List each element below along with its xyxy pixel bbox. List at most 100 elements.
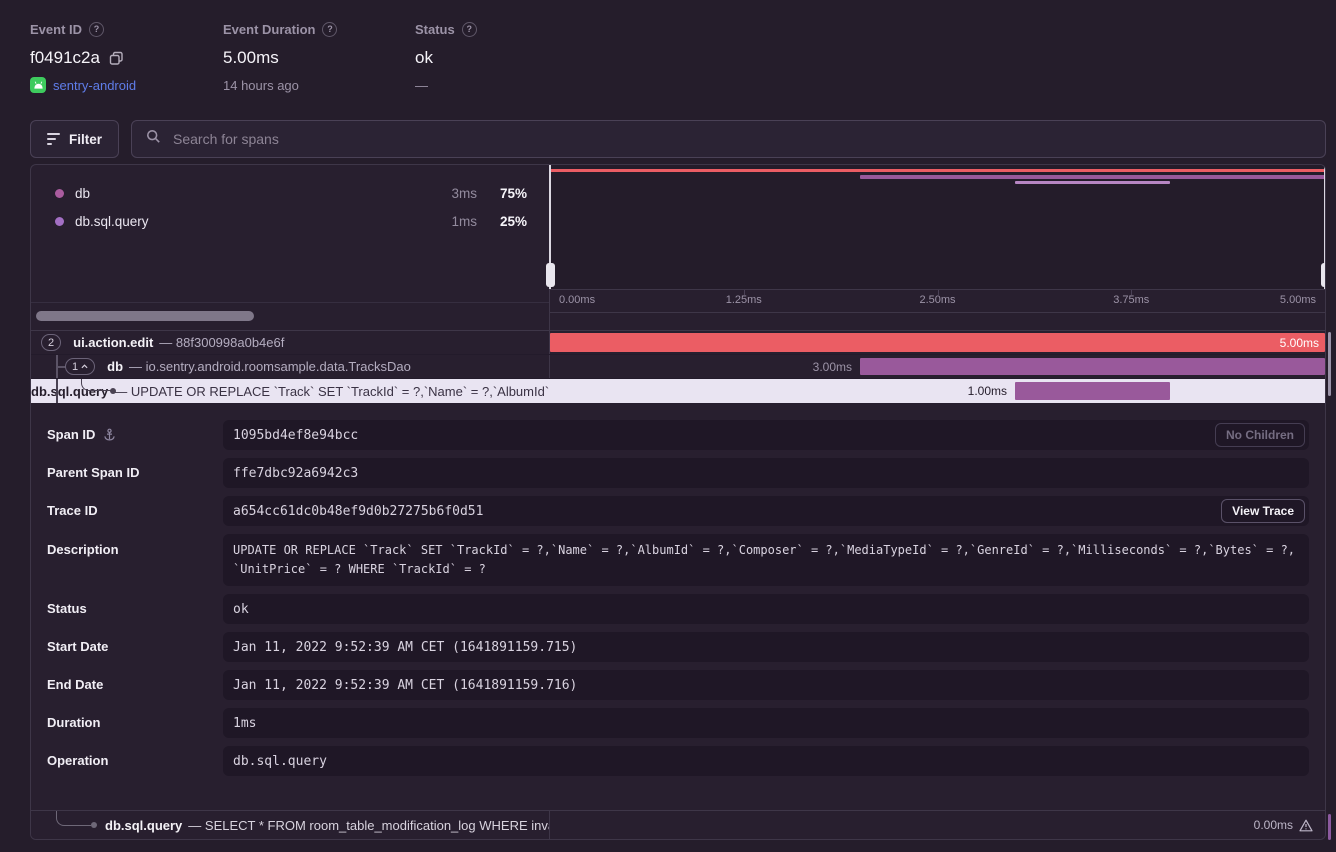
trace-id-field: a654cc61dc0b48ef9d0b27275b6f0d51 View Tr…: [223, 496, 1309, 526]
legend-percent: 75%: [491, 186, 527, 201]
operations-legend: db 3ms 75% db.sql.query 1ms 25%: [31, 165, 550, 330]
status-value: ok: [415, 48, 433, 68]
horizontal-scrollbar-thumb[interactable]: [36, 311, 254, 321]
start-date-label: Start Date: [47, 639, 108, 654]
span-row-db-sql-query-selected[interactable]: db.sql.query — UPDATE OR REPLACE `Track`…: [31, 379, 1325, 403]
minimap-column: 0.00ms 1.25ms 2.50ms 3.75ms 5.00ms: [550, 165, 1325, 330]
span-search[interactable]: [131, 120, 1326, 158]
minimap-span: [550, 169, 1325, 172]
span-description: — io.sentry.android.roomsample.data.Trac…: [129, 359, 411, 374]
axis-tick-label: 0.00ms: [559, 294, 595, 306]
minimap-span: [860, 175, 1325, 179]
span-row-db[interactable]: 1 db — io.sentry.android.roomsample.data…: [31, 355, 1325, 379]
legend-op: db: [75, 186, 427, 201]
vertical-scrollbar-thumb[interactable]: [1328, 814, 1331, 840]
operation-label: Operation: [47, 753, 108, 768]
time-axis: 0.00ms 1.25ms 2.50ms 3.75ms 5.00ms: [550, 289, 1325, 313]
status-field: ok: [223, 594, 1309, 624]
legend-scrollbar: [31, 302, 549, 330]
span-color-dot: [55, 189, 64, 198]
parent-span-id-value: ffe7dbc92a6942c3: [233, 466, 358, 481]
span-duration-label: 3.00ms: [813, 355, 852, 378]
span-duration-bar[interactable]: 5.00ms: [550, 333, 1325, 352]
span-id-field: 1095bd4ef8e94bcc No Children: [223, 420, 1309, 450]
warning-icon: [1299, 819, 1313, 832]
description-value: UPDATE OR REPLACE `Track` SET `TrackId` …: [233, 541, 1299, 579]
status-label: Status: [415, 22, 455, 37]
help-icon[interactable]: ?: [89, 22, 104, 37]
end-date-field: Jan 11, 2022 9:52:39 AM CET (1641891159.…: [223, 670, 1309, 700]
span-duration-label: 0.00ms: [1254, 818, 1293, 832]
filter-button[interactable]: Filter: [30, 120, 119, 158]
span-duration-bar[interactable]: [860, 358, 1325, 375]
anchor-icon[interactable]: [103, 428, 116, 441]
view-trace-button[interactable]: View Trace: [1221, 499, 1305, 523]
axis-tick-label: 2.50ms: [919, 294, 955, 306]
end-date-value: Jan 11, 2022 9:52:39 AM CET (1641891159.…: [233, 678, 577, 693]
event-id-value: f0491c2a: [30, 48, 100, 68]
span-op: db: [107, 359, 123, 374]
duration-field: 1ms: [223, 708, 1309, 738]
legend-item-db[interactable]: db 3ms 75%: [31, 179, 549, 207]
span-id-value: 1095bd4ef8e94bcc: [233, 428, 358, 443]
span-duration-bar[interactable]: [1015, 382, 1170, 400]
trace-event-view: Event ID ? f0491c2a sentry-android: [0, 0, 1336, 852]
filter-icon: [47, 133, 60, 145]
start-date-value: Jan 11, 2022 9:52:39 AM CET (1641891159.…: [233, 640, 577, 655]
status-field-label: Status: [47, 601, 87, 616]
span-id-label: Span ID: [47, 427, 116, 442]
tree-guide-line: [56, 379, 58, 403]
span-duration-label: 1.00ms: [968, 379, 1007, 403]
description-label: Description: [47, 542, 119, 557]
search-input[interactable]: [171, 130, 1311, 148]
span-row-ui-action-edit[interactable]: 2 ui.action.edit — 88f300998a0b4e6f 5.00…: [31, 331, 1325, 355]
children-count-badge[interactable]: 1: [65, 358, 95, 375]
legend-percent: 25%: [491, 214, 527, 229]
vertical-scrollbar-thumb[interactable]: [1328, 332, 1331, 396]
minimap-left-handle[interactable]: [547, 165, 553, 289]
span-op: ui.action.edit: [73, 335, 153, 350]
parent-span-id-label: Parent Span ID: [47, 465, 139, 480]
tree-connector-dot: [91, 822, 97, 828]
tree-connector-dot: [110, 388, 116, 394]
android-icon: [30, 77, 46, 93]
span-description: — 88f300998a0b4e6f: [159, 335, 284, 350]
legend-item-db-sql-query[interactable]: db.sql.query 1ms 25%: [31, 207, 549, 235]
span-description: — SELECT * FROM room_table_modification_…: [188, 818, 550, 833]
span-row-db-sql-query-select[interactable]: db.sql.query — SELECT * FROM room_table_…: [31, 810, 1325, 839]
start-date-field: Jan 11, 2022 9:52:39 AM CET (1641891159.…: [223, 632, 1309, 662]
operations-breakdown: db 3ms 75% db.sql.query 1ms 25%: [31, 165, 1325, 331]
span-description: — UPDATE OR REPLACE `Track` SET `TrackId…: [114, 384, 550, 399]
event-duration-value: 5.00ms: [223, 48, 279, 68]
duration-field-label: Duration: [47, 715, 100, 730]
status-section: Status ? ok —: [415, 22, 477, 93]
minimap-right-handle[interactable]: [1322, 165, 1326, 289]
span-op: db.sql.query: [105, 818, 182, 833]
legend-op: db.sql.query: [75, 214, 427, 229]
axis-tick-label: 3.75ms: [1113, 294, 1149, 306]
no-children-button[interactable]: No Children: [1215, 423, 1305, 447]
operation-value: db.sql.query: [233, 754, 327, 769]
help-icon[interactable]: ?: [462, 22, 477, 37]
chevron-up-icon: [81, 364, 88, 369]
copy-icon[interactable]: [109, 51, 124, 66]
end-date-label: End Date: [47, 677, 103, 692]
search-icon: [146, 129, 161, 149]
event-id-section: Event ID ? f0491c2a sentry-android: [30, 22, 136, 93]
parent-span-id-field: ffe7dbc92a6942c3: [223, 458, 1309, 488]
event-age: 14 hours ago: [223, 78, 337, 93]
duration-field-value: 1ms: [233, 716, 256, 731]
tree-connector: [56, 811, 91, 826]
trace-minimap[interactable]: [550, 165, 1325, 289]
description-field: UPDATE OR REPLACE `Track` SET `TrackId` …: [223, 534, 1309, 586]
project-name: sentry-android: [53, 78, 136, 93]
help-icon[interactable]: ?: [322, 22, 337, 37]
trace-panel: db 3ms 75% db.sql.query 1ms 25%: [30, 164, 1326, 840]
span-color-dot: [55, 217, 64, 226]
status-field-value: ok: [233, 602, 249, 617]
project-link[interactable]: sentry-android: [30, 77, 136, 93]
children-count-badge[interactable]: 2: [41, 334, 61, 351]
operation-field: db.sql.query: [223, 746, 1309, 776]
event-duration-section: Event Duration ? 5.00ms 14 hours ago: [223, 22, 337, 93]
trace-id-value: a654cc61dc0b48ef9d0b27275b6f0d51: [233, 504, 483, 519]
